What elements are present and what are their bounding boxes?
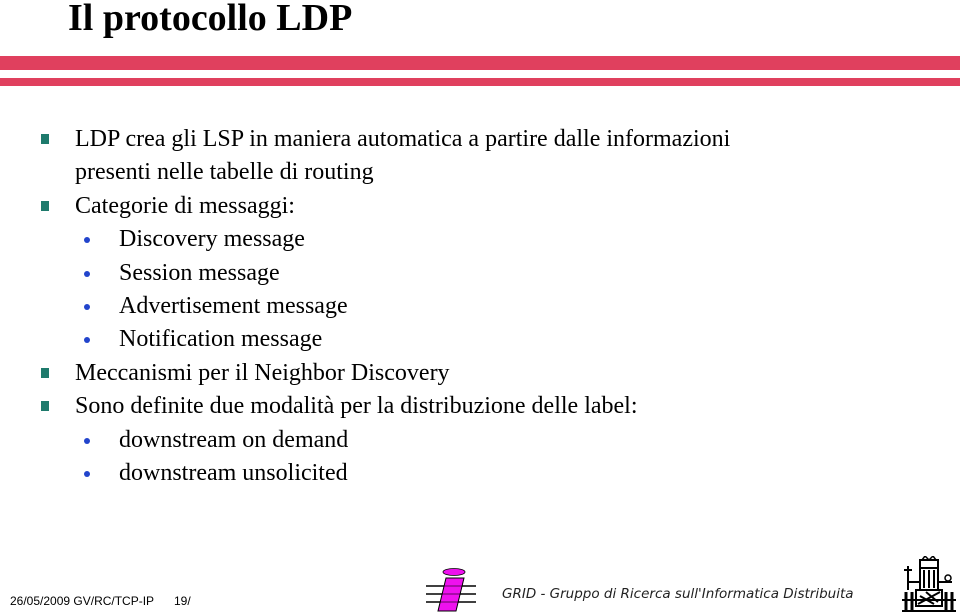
bullet-text: Meccanismi per il Neighbor Discovery	[75, 359, 450, 386]
sub-bullet-text: Session message	[119, 259, 280, 286]
footer-date-code: 26/05/2009 GV/RC/TCP-IP	[10, 594, 155, 608]
sub-bullet-text: downstream unsolicited	[119, 460, 348, 486]
university-crest-icon	[902, 556, 956, 612]
bullet-text: Sono definite due modalità per la distri…	[75, 393, 638, 420]
dot-bullet-icon	[84, 304, 90, 310]
sub-bullet-text: Advertisement message	[119, 293, 348, 319]
footer-page-number: 19/	[174, 594, 191, 608]
bullet-text: presenti nelle tabelle di routing	[75, 159, 374, 186]
sub-bullet-text: downstream on demand	[119, 426, 349, 453]
sub-bullet-text: Notification message	[119, 326, 323, 353]
dot-bullet-icon	[84, 337, 90, 344]
bullet-text: Categorie di messaggi:	[75, 192, 295, 219]
dot-bullet-icon	[84, 270, 90, 277]
sub-bullet-text: Discovery message	[119, 226, 305, 253]
footer-group-name: GRID - Gruppo di Ricerca sull'Informatic…	[502, 586, 854, 602]
square-bullet-icon	[41, 200, 49, 211]
slide-title: Il protocollo LDP	[68, 0, 353, 39]
informatica-logo-icon	[426, 568, 476, 612]
dot-bullet-icon	[84, 437, 90, 444]
square-bullet-icon	[41, 401, 49, 412]
square-bullet-icon	[41, 134, 49, 144]
title-rule-thin	[0, 78, 960, 86]
bullet-text: LDP crea gli LSP in maniera automatica a…	[75, 126, 731, 152]
square-bullet-icon	[41, 367, 49, 378]
dot-bullet-icon	[84, 471, 90, 477]
title-rule-thick	[0, 56, 960, 70]
dot-bullet-icon	[84, 237, 90, 244]
